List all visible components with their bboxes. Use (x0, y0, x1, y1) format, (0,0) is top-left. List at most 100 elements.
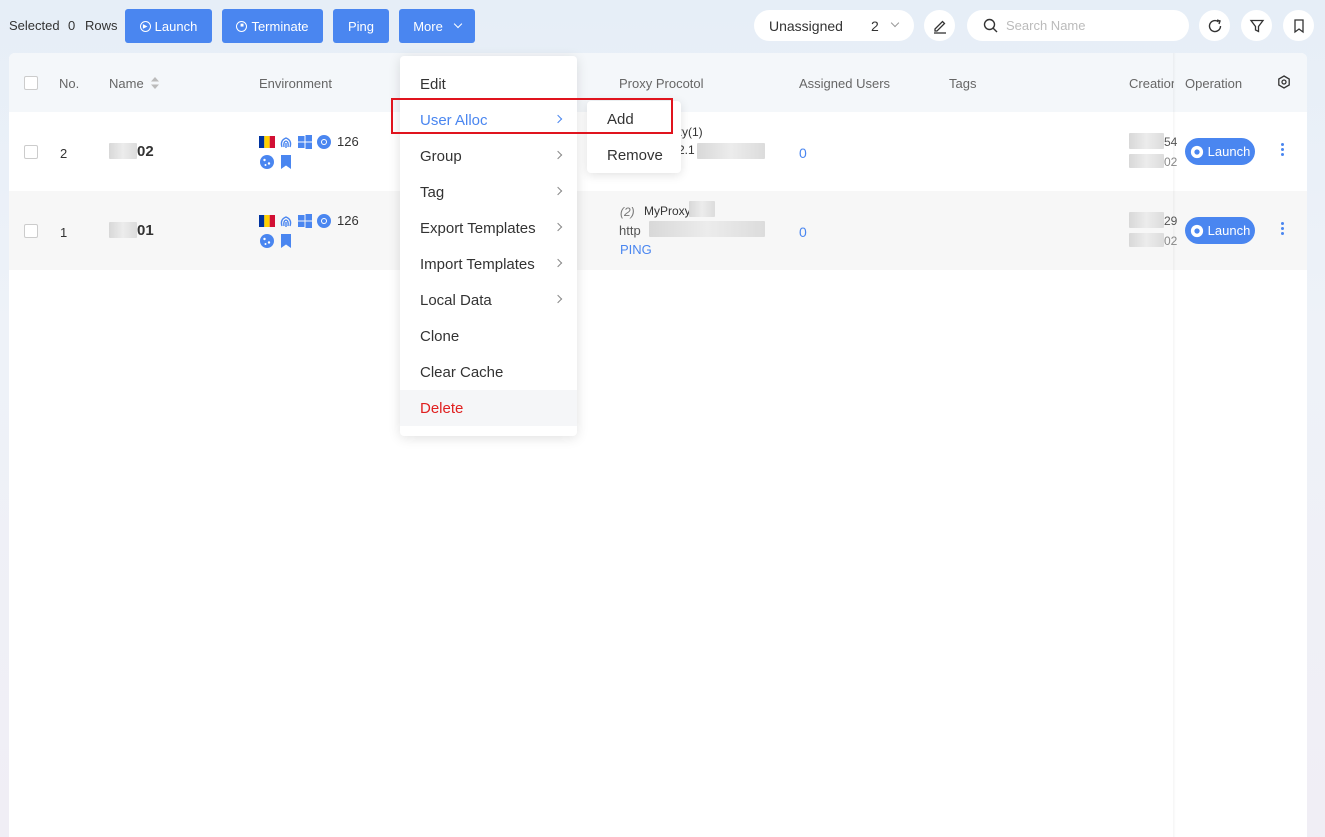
row-launch-label: Launch (1207, 144, 1251, 159)
menu-item-clone[interactable]: Clone (400, 318, 577, 354)
proxy-index: (2) (620, 205, 635, 219)
row-name[interactable]: 01 (137, 222, 154, 239)
creation-redacted-2 (1129, 154, 1164, 168)
cookie-icon (260, 155, 274, 169)
ping-button[interactable]: Ping (333, 9, 389, 43)
env-count: 126 (337, 134, 359, 149)
more-button[interactable]: More (399, 9, 475, 43)
fingerprint-icon (280, 216, 292, 227)
play-circle-icon: ▶ (139, 20, 151, 32)
proxy-name: MyProxy (644, 204, 691, 218)
selected-label: Selected (9, 18, 60, 33)
header-proxy: Proxy Procotol (619, 76, 704, 91)
chrome-icon (317, 135, 331, 149)
header-assigned-users: Assigned Users (799, 76, 891, 91)
row-number: 2 (60, 146, 68, 161)
row-launch-label: Launch (1207, 223, 1251, 238)
fingerprint-icon (280, 137, 292, 148)
ping-button-label: Ping (347, 18, 375, 34)
chevron-right-icon (553, 222, 563, 232)
environment-icons-2 (259, 154, 294, 170)
menu-item-group[interactable]: Group (400, 138, 577, 174)
name-redacted (109, 222, 137, 238)
row-name[interactable]: 02 (137, 143, 154, 160)
menu-item-label: Local Data (420, 291, 492, 309)
rows-label: Rows (85, 18, 118, 33)
menu-item-edit[interactable]: Edit (400, 66, 577, 102)
menu-item-local-data[interactable]: Local Data (400, 282, 577, 318)
bookmark-icon (1293, 18, 1304, 33)
group-select-value: Unassigned (769, 17, 843, 34)
group-select[interactable]: Unassigned 2 (754, 10, 914, 41)
chevron-down-icon (890, 18, 900, 28)
menu-item-export-templates[interactable]: Export Templates (400, 210, 577, 246)
flag-icon (259, 136, 275, 148)
header-name[interactable]: Name (109, 76, 144, 91)
row-checkbox[interactable] (24, 145, 38, 159)
search-box (967, 10, 1189, 41)
menu-item-label: Import Templates (420, 255, 535, 273)
terminate-button-label: Terminate (251, 18, 309, 34)
flag-icon (259, 215, 275, 227)
menu-item-delete[interactable]: Delete (400, 390, 577, 426)
search-icon (983, 18, 998, 33)
environment-icons-2 (259, 233, 294, 249)
refresh-icon (1208, 18, 1221, 32)
sort-icon[interactable] (150, 76, 160, 90)
proxy-type: http (619, 223, 641, 238)
more-button-label: More (413, 18, 443, 34)
selected-count: 0 (68, 18, 76, 33)
header-no: No. (59, 76, 80, 91)
menu-item-label: Delete (420, 399, 464, 417)
menu-item-tag[interactable]: Tag (400, 174, 577, 210)
more-options-icon[interactable] (1281, 143, 1284, 158)
edit-button[interactable] (924, 10, 955, 41)
pencil-icon (933, 20, 946, 34)
creation-redacted (1129, 133, 1164, 149)
table-row[interactable]: 1 01 126 (2) MyProxy http PING 0 29 02 L… (9, 191, 1307, 270)
select-all-checkbox[interactable] (24, 76, 38, 90)
terminate-button[interactable]: ■ Terminate (222, 9, 323, 43)
operation-column-divider (1173, 53, 1176, 837)
refresh-button[interactable] (1199, 10, 1230, 41)
toolbar: Selected 0 Rows ▶ Launch ■ Terminate Pin… (0, 0, 1325, 52)
chevron-right-icon (553, 186, 563, 196)
launch-button[interactable]: ▶ Launch (125, 9, 212, 43)
bookmark-icon (281, 155, 291, 169)
more-options-icon[interactable] (1281, 222, 1284, 237)
windows-icon (298, 135, 312, 149)
chevron-right-icon (553, 150, 563, 160)
menu-item-clear-cache[interactable]: Clear Cache (400, 354, 577, 390)
bookmark-button[interactable] (1283, 10, 1314, 41)
stop-circle-icon: ■ (236, 20, 248, 32)
environment-icons: 126 (259, 213, 359, 229)
row-launch-button[interactable]: Launch (1185, 138, 1255, 165)
row-launch-button[interactable]: Launch (1185, 217, 1255, 244)
row-number: 1 (60, 225, 68, 240)
group-select-count: 2 (871, 17, 879, 34)
proxy-host-redacted (649, 221, 765, 237)
menu-item-import-templates[interactable]: Import Templates (400, 246, 577, 282)
assigned-users-link[interactable]: 0 (799, 145, 807, 161)
windows-icon (298, 214, 312, 228)
highlight-annotation (391, 98, 673, 134)
chevron-down-icon (453, 19, 463, 29)
proxy-redacted (697, 143, 765, 159)
search-input[interactable] (1006, 18, 1176, 33)
environment-icons: 126 (259, 134, 359, 150)
header-tags: Tags (949, 76, 977, 91)
chrome-icon (317, 214, 331, 228)
menu-item-label: Tag (420, 183, 445, 201)
menu-item-label: Group (420, 147, 462, 165)
creation-redacted-2 (1129, 233, 1164, 247)
settings-icon[interactable] (1277, 75, 1291, 89)
chevron-right-icon (553, 294, 563, 304)
filter-button[interactable] (1241, 10, 1272, 41)
proxy-ping-link[interactable]: PING (620, 242, 652, 257)
name-redacted (109, 143, 137, 159)
submenu-item-remove[interactable]: Remove (607, 147, 663, 164)
menu-item-label: Export Templates (420, 219, 536, 237)
row-checkbox[interactable] (24, 224, 38, 238)
assigned-users-link[interactable]: 0 (799, 224, 807, 240)
env-count: 126 (337, 213, 359, 228)
